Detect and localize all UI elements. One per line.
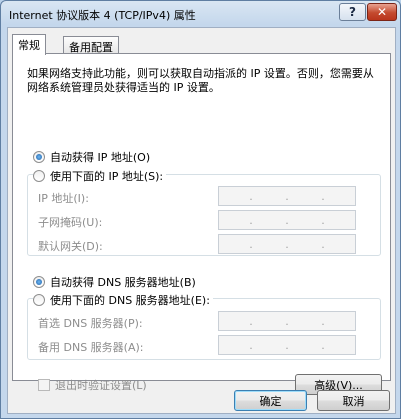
ip-manual-radio[interactable] — [33, 170, 45, 182]
validate-settings-checkbox[interactable] — [38, 379, 50, 391]
subnet-mask-label: 子网掩码(U): — [38, 216, 103, 229]
preferred-dns-label: 首选 DNS 服务器(P): — [38, 317, 143, 330]
dns-manual-label: 使用下面的 DNS 服务器地址(E): — [50, 294, 210, 307]
help-icon: ? — [349, 5, 356, 19]
dns-auto-label: 自动获得 DNS 服务器地址(B) — [50, 276, 196, 289]
validate-settings-label: 退出时验证设置(L) — [55, 379, 147, 392]
ip-manual-label: 使用下面的 IP 地址(S): — [50, 170, 164, 183]
help-button[interactable]: ? — [339, 3, 366, 21]
cancel-button[interactable]: 取消 — [317, 390, 390, 411]
title-bar[interactable]: Internet 协议版本 4 (TCP/IPv4) 属性 ? ✕ — [1, 1, 400, 27]
ip-auto-radio-row[interactable]: 自动获得 IP 地址(O) — [33, 149, 150, 165]
window-title: Internet 协议版本 4 (TCP/IPv4) 属性 — [9, 9, 196, 22]
alternate-dns-input[interactable]: ... — [218, 335, 356, 355]
ip-address-label: IP 地址(I): — [38, 192, 89, 205]
dialog-client-area: 常规 备用配置 如果网络支持此功能，则可以获取自动指派的 IP 设置。否则，您需… — [7, 27, 396, 414]
ip-auto-label: 自动获得 IP 地址(O) — [50, 151, 151, 164]
dns-auto-radio-row[interactable]: 自动获得 DNS 服务器地址(B) — [33, 274, 196, 290]
default-gateway-input[interactable]: ... — [218, 234, 356, 254]
close-button[interactable]: ✕ — [367, 3, 397, 21]
subnet-mask-input[interactable]: ... — [218, 210, 356, 230]
ip-address-input[interactable]: ... — [218, 186, 356, 206]
dns-manual-radio-row[interactable]: 使用下面的 DNS 服务器地址(E): — [33, 292, 213, 308]
alternate-dns-label: 备用 DNS 服务器(A): — [38, 341, 144, 354]
validate-settings-row[interactable]: 退出时验证设置(L) — [38, 377, 147, 393]
dns-manual-radio[interactable] — [33, 294, 45, 306]
dns-auto-radio[interactable] — [33, 276, 45, 288]
description-text: 如果网络支持此功能，则可以获取自动指派的 IP 设置。否则，您需要从网络系统管理… — [27, 67, 374, 94]
ip-auto-radio[interactable] — [33, 151, 45, 163]
tab-alternate-config[interactable]: 备用配置 — [63, 36, 119, 54]
preferred-dns-input[interactable]: ... — [218, 311, 356, 331]
tab-general[interactable]: 常规 — [12, 34, 46, 55]
close-icon: ✕ — [376, 5, 388, 19]
dialog-window: Internet 协议版本 4 (TCP/IPv4) 属性 ? ✕ 常规 备用配… — [0, 0, 401, 419]
ip-manual-radio-row[interactable]: 使用下面的 IP 地址(S): — [33, 168, 167, 184]
general-tab-panel: 如果网络支持此功能，则可以获取自动指派的 IP 设置。否则，您需要从网络系统管理… — [12, 53, 391, 395]
ok-button[interactable]: 确定 — [234, 390, 307, 411]
default-gateway-label: 默认网关(D): — [38, 240, 103, 253]
